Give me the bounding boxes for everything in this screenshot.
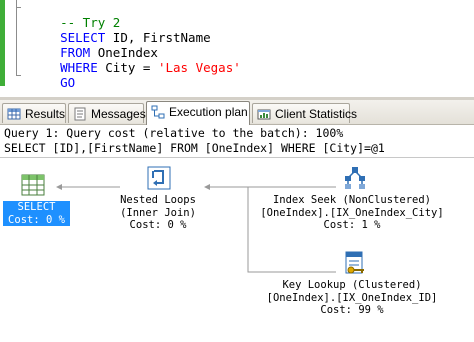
key-lookup-cost: Cost: 99 %: [320, 304, 384, 316]
key-lookup-icon[interactable]: [343, 251, 367, 275]
messages-icon: [74, 107, 86, 121]
grid-icon: [7, 108, 21, 120]
connector-arrowhead: [204, 184, 210, 190]
code-line-3: FROM OneIndex: [30, 30, 158, 60]
outline-guide: [16, 0, 17, 76]
execution-plan-icon: [151, 105, 165, 119]
index-seek-name: Index Seek (NonClustered): [272, 194, 432, 206]
index-seek-label: Index Seek (NonClustered) [OneIndex].[IX…: [255, 194, 449, 232]
index-seek-icon[interactable]: [343, 166, 367, 190]
select-result-icon[interactable]: [21, 173, 45, 197]
sql-string: 'Las Vegas': [157, 60, 241, 75]
index-seek-detail: [OneIndex].[IX_OneIndex_City]: [260, 206, 444, 219]
nested-loops-name: Nested Loops: [120, 194, 196, 206]
key-lookup-detail: [OneIndex].[IX_OneIndex_ID]: [266, 291, 438, 304]
code-line-5: GO: [30, 60, 75, 90]
key-lookup-label: Key Lookup (Clustered) [OneIndex].[IX_On…: [262, 279, 442, 317]
query-editor[interactable]: -- Try 2 SELECT ID, FirstName FROM OneIn…: [0, 0, 474, 97]
sql-keyword: GO: [60, 75, 76, 90]
nested-loops-cost: Cost: 0 %: [129, 219, 187, 231]
code-line-1: -- Try 2: [30, 0, 120, 30]
nested-loops-label: Nested Loops (Inner Join) Cost: 0 %: [106, 194, 210, 232]
sql-text: City =: [97, 60, 158, 75]
code-line-4: WHERE City = 'Las Vegas': [30, 45, 241, 75]
select-operator-cost: Cost: 0 %: [8, 213, 65, 226]
select-operator-label[interactable]: SELECT Cost: 0 %: [3, 201, 70, 226]
tab-label: Client Statistics: [275, 107, 358, 121]
outline-tick: [16, 75, 21, 76]
execution-plan-pane[interactable]: Query 1: Query cost (relative to the bat…: [0, 125, 474, 342]
change-tracking-bar: [0, 0, 5, 86]
tab-label: Results: [25, 107, 66, 121]
tab-results[interactable]: Results: [2, 103, 66, 123]
client-statistics-icon: [257, 109, 271, 120]
key-lookup-name: Key Lookup (Clustered): [282, 279, 422, 291]
tab-client-statistics[interactable]: Client Statistics: [252, 103, 357, 123]
tab-label: Execution plan: [169, 105, 248, 119]
select-operator-name: SELECT: [17, 201, 56, 213]
tab-label: Messages: [91, 107, 146, 121]
index-seek-cost: Cost: 1 %: [323, 219, 381, 231]
tab-messages[interactable]: Messages: [68, 103, 146, 123]
outline-tick: [16, 7, 21, 8]
connector-arrowhead: [56, 184, 62, 190]
tab-execution-plan[interactable]: Execution plan: [146, 101, 250, 125]
code-line-2: SELECT ID, FirstName: [30, 15, 211, 45]
nested-loops-detail: (Inner Join): [120, 206, 196, 219]
nested-loops-icon[interactable]: [147, 166, 171, 190]
results-tabstrip: Results Messages Execution plan Client S…: [0, 100, 474, 125]
